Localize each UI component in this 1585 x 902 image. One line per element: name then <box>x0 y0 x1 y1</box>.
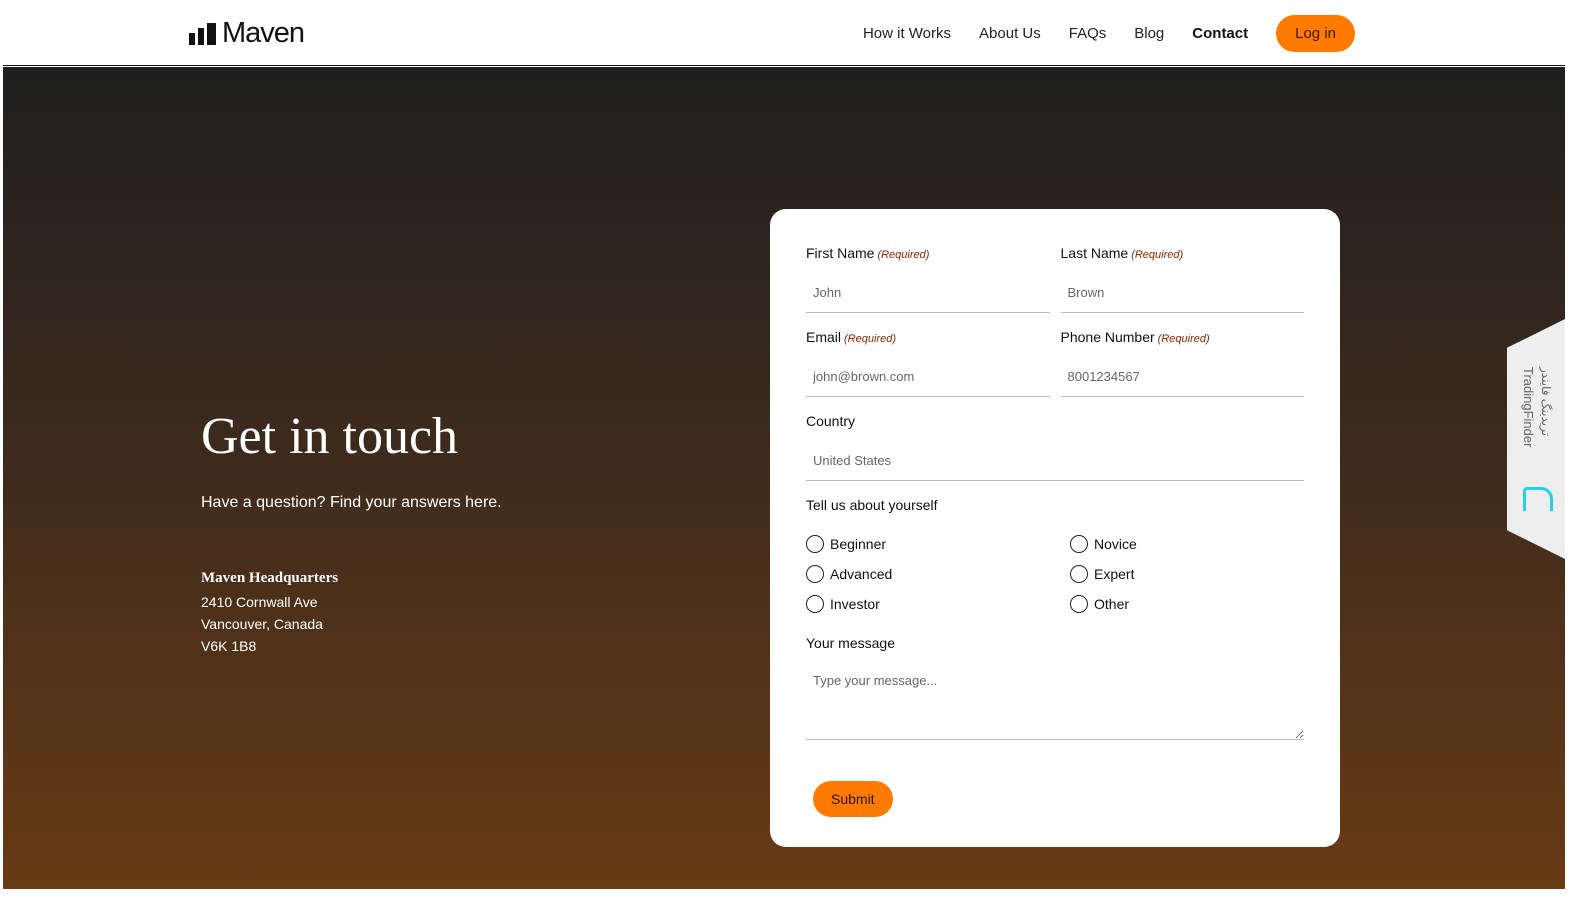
message-textarea[interactable] <box>806 665 1304 740</box>
nav-about-us[interactable]: About Us <box>979 25 1041 42</box>
logo-bars-icon <box>189 22 216 45</box>
nav-how-it-works[interactable]: How it Works <box>863 25 951 42</box>
nav-blog[interactable]: Blog <box>1134 25 1164 42</box>
experience-radio-group: Beginner Novice Advanced Expert Investor… <box>806 535 1304 613</box>
nav-faqs[interactable]: FAQs <box>1069 25 1107 42</box>
radio-beginner[interactable]: Beginner <box>806 535 1070 553</box>
submit-button[interactable]: Submit <box>813 781 893 817</box>
address: 2410 Cornwall Ave Vancouver, Canada V6K … <box>201 591 502 657</box>
radio-circle-icon <box>1070 565 1088 583</box>
radio-circle-icon <box>806 565 824 583</box>
contact-form: First Name(Required) Last Name(Required)… <box>770 209 1340 847</box>
login-button[interactable]: Log in <box>1276 15 1355 52</box>
email-label: Email (Required) <box>806 329 896 345</box>
page: Maven How it Works About Us FAQs Blog Co… <box>3 3 1565 889</box>
nav-contact[interactable]: Contact <box>1192 25 1248 42</box>
phone-label: Phone Number (Required) <box>1060 329 1210 345</box>
page-title: Get in touch <box>201 408 459 465</box>
radio-circle-icon <box>806 595 824 613</box>
logo[interactable]: Maven <box>189 17 305 50</box>
radio-circle-icon <box>1070 535 1088 553</box>
site-header: Maven How it Works About Us FAQs Blog Co… <box>3 3 1565 66</box>
main-nav: How it Works About Us FAQs Blog Contact … <box>863 15 1355 52</box>
first-name-label: First Name (Required) <box>806 245 930 261</box>
address-line: 2410 Cornwall Ave <box>201 594 318 610</box>
first-name-input[interactable] <box>806 273 1050 313</box>
hq-name: Maven Headquarters <box>201 570 339 586</box>
last-name-input[interactable] <box>1060 273 1304 313</box>
last-name-label: Last Name (Required) <box>1060 245 1184 261</box>
widget-label: TradingFinder <box>1521 367 1536 448</box>
radio-expert[interactable]: Expert <box>1070 565 1304 583</box>
address-line: V6K 1B8 <box>201 638 257 654</box>
tradingfinder-widget[interactable]: TradingFinder تریدینگ فایندر <box>1507 319 1565 559</box>
subtitle: Have a question? Find your answers here. <box>201 494 502 511</box>
phone-input[interactable] <box>1060 357 1304 397</box>
contact-info: Get in touch Have a question? Find your … <box>201 407 502 657</box>
radio-novice[interactable]: Novice <box>1070 535 1304 553</box>
country-input[interactable] <box>806 441 1304 481</box>
widget-label-arabic: تریدینگ فایندر <box>1539 367 1553 437</box>
address-line: Vancouver, Canada <box>201 616 323 632</box>
country-label: Country <box>806 413 856 429</box>
message-label: Your message <box>806 635 895 651</box>
email-input[interactable] <box>806 357 1050 397</box>
logo-text: Maven <box>222 17 305 49</box>
tradingfinder-logo-icon <box>1523 487 1553 511</box>
about-label: Tell us about yourself <box>806 497 938 513</box>
hero-section: Get in touch Have a question? Find your … <box>3 67 1565 889</box>
radio-circle-icon <box>1070 595 1088 613</box>
radio-other[interactable]: Other <box>1070 595 1304 613</box>
radio-investor[interactable]: Investor <box>806 595 1070 613</box>
radio-circle-icon <box>806 535 824 553</box>
radio-advanced[interactable]: Advanced <box>806 565 1070 583</box>
